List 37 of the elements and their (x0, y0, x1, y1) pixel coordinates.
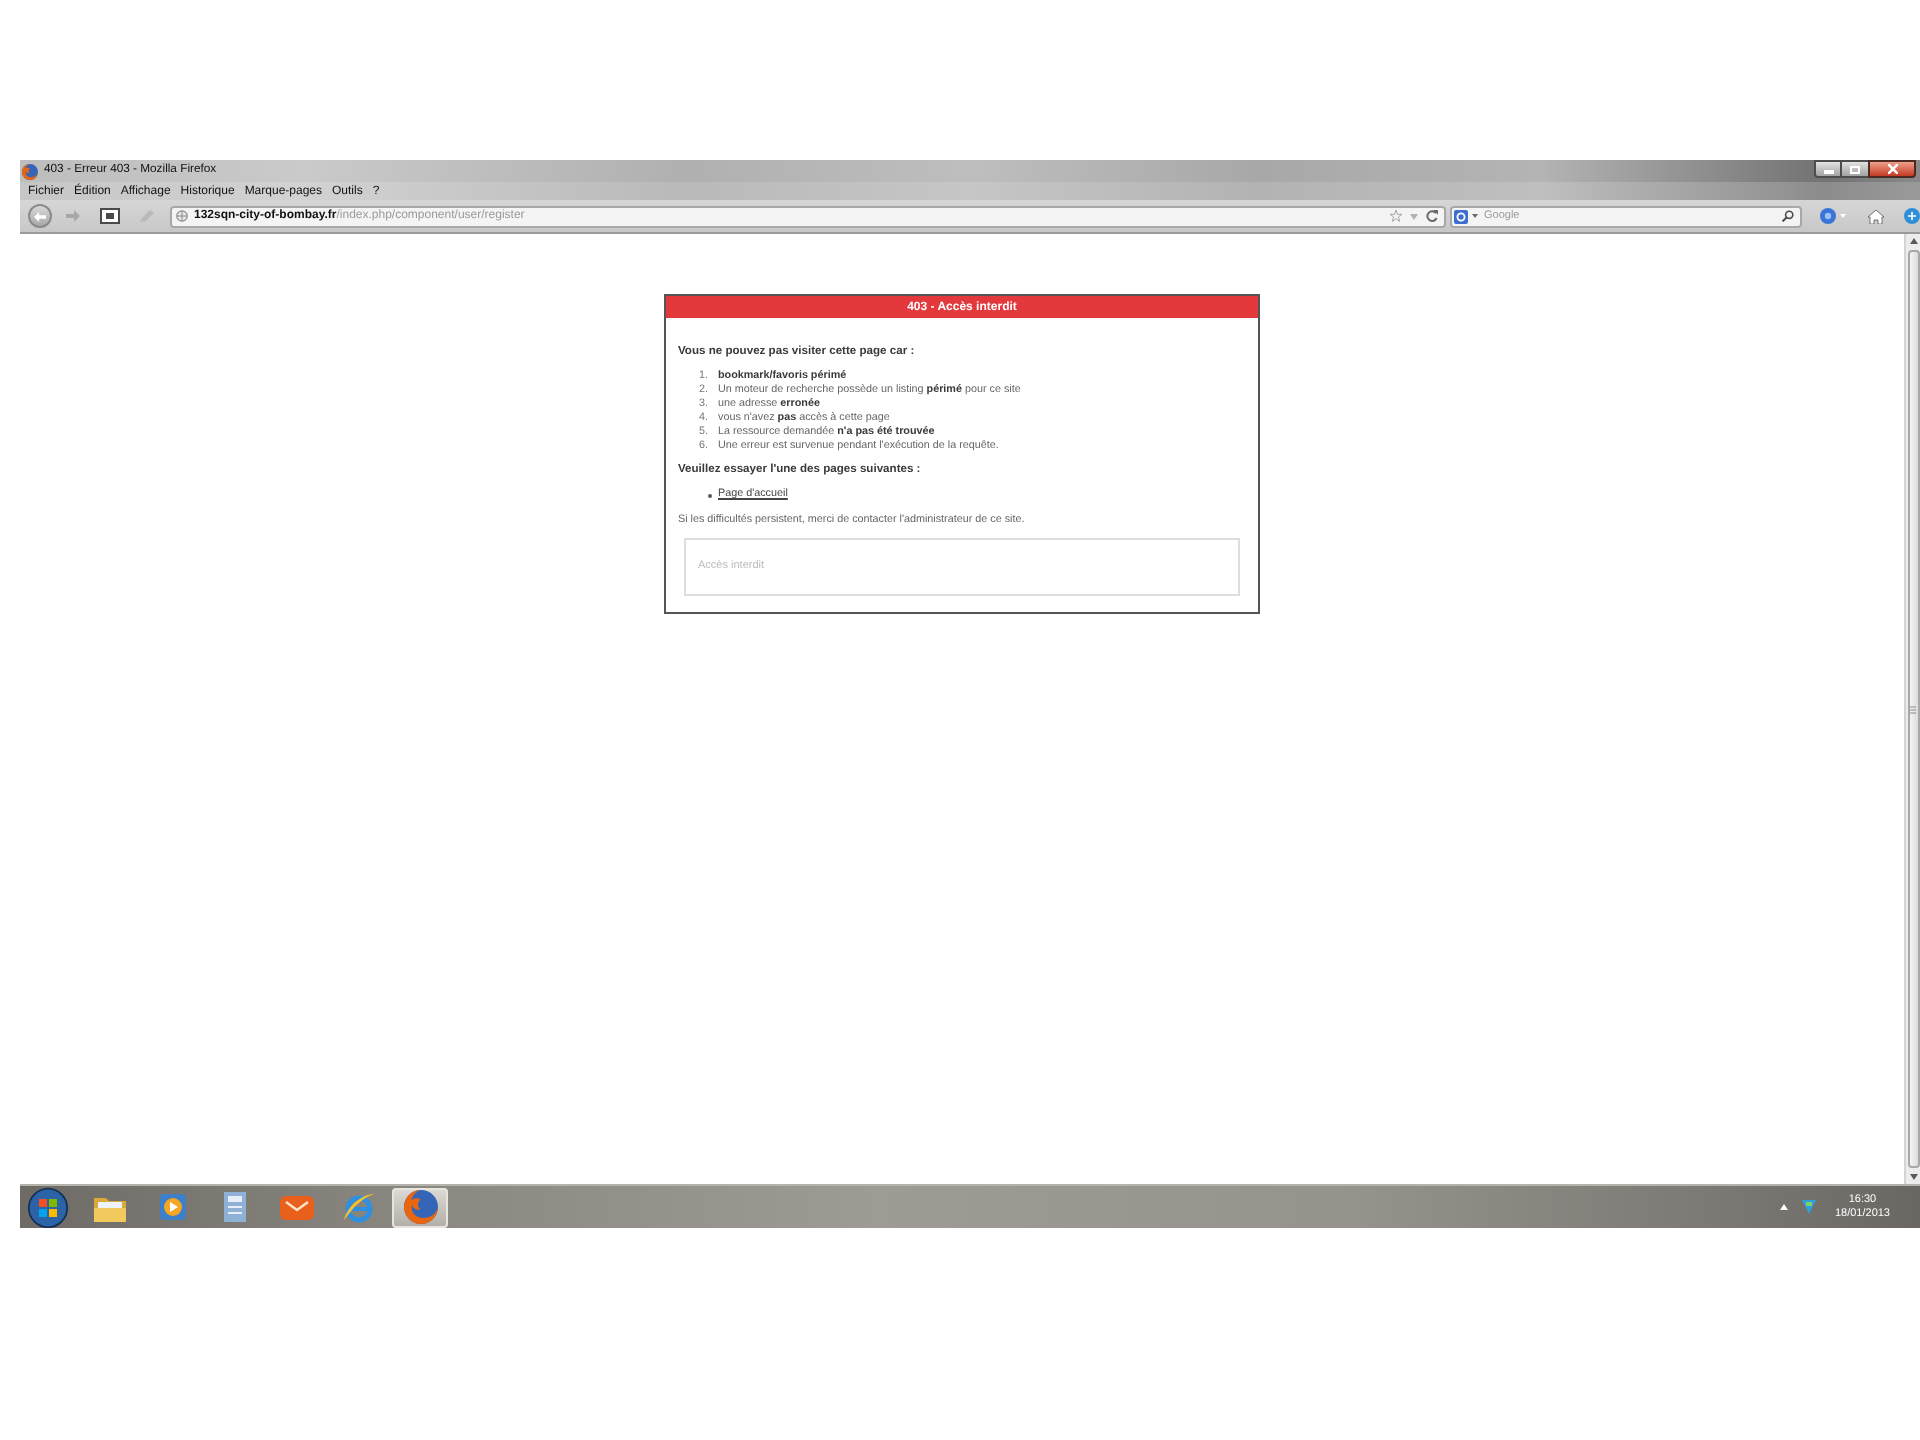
framed-square-icon[interactable] (100, 208, 120, 224)
arrow-down-icon[interactable] (1909, 1174, 1917, 1180)
maximize-button[interactable] (1842, 160, 1868, 178)
start-button[interactable] (28, 1187, 68, 1227)
search-engine-icon[interactable] (1454, 209, 1468, 223)
tray-app-icon[interactable] (1802, 1200, 1817, 1214)
star-icon[interactable] (1390, 210, 1402, 222)
document-icon (223, 1192, 245, 1222)
caret-icon (1840, 214, 1846, 218)
browser-logo-icon (403, 1190, 437, 1224)
minimize-button[interactable] (1814, 160, 1842, 178)
arrow-up-icon[interactable] (1909, 238, 1917, 244)
globe-icon (176, 210, 188, 222)
grip-icon (1910, 705, 1916, 713)
scrollbar-thumb[interactable] (1907, 250, 1919, 1168)
addon-button[interactable] (1820, 207, 1850, 225)
home-icon[interactable] (1868, 209, 1884, 223)
search-icon[interactable] (1782, 210, 1794, 222)
close-icon (1887, 164, 1897, 174)
reload-icon[interactable] (1426, 210, 1438, 222)
envelope-icon (279, 1195, 313, 1219)
caret-icon (1472, 214, 1478, 218)
play-icon (159, 1194, 185, 1220)
disc-icon (1820, 208, 1836, 224)
close-button[interactable] (1868, 160, 1916, 178)
caret-up-icon[interactable] (1780, 1204, 1789, 1210)
e-logo-icon (341, 1191, 375, 1223)
arrow-right-icon (66, 210, 80, 222)
arrow-left-icon (34, 211, 46, 221)
folder-icon (94, 1193, 126, 1221)
taskbar-app-button[interactable] (392, 1187, 448, 1227)
minimize-icon (1823, 169, 1833, 173)
browser-logo-icon (22, 163, 38, 179)
plus-circle-icon[interactable] (1904, 208, 1920, 224)
maximize-icon (1850, 165, 1860, 173)
back-button[interactable] (28, 204, 52, 228)
start-orb-icon (28, 1187, 68, 1227)
